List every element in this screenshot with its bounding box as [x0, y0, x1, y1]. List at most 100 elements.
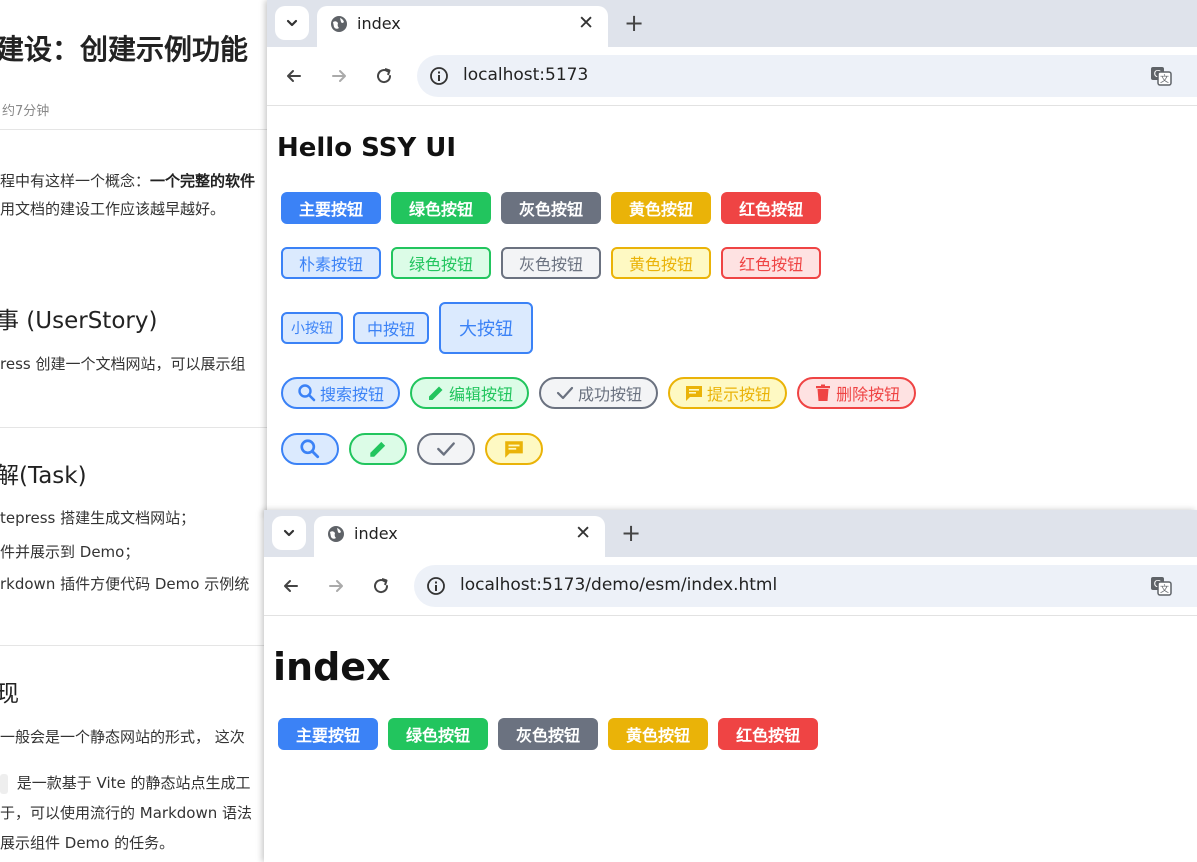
- plain-primary-button[interactable]: 朴素按钮: [281, 247, 382, 279]
- solid-button-row: 主要按钮 绿色按钮 灰色按钮 黄色按钮 红色按钮: [281, 192, 831, 224]
- divider: [0, 427, 270, 428]
- plain-gray-button[interactable]: 灰色按钮: [501, 247, 602, 279]
- edit-icon-button[interactable]: [349, 433, 407, 465]
- tab-search-button[interactable]: [272, 516, 306, 550]
- list-item: 件并展示到 Demo；: [0, 543, 140, 561]
- primary-button[interactable]: 主要按钮: [278, 718, 379, 750]
- page-content: Hello SSY UI 主要按钮 绿色按钮 灰色按钮 黄色按钮 红色按钮 朴素…: [267, 107, 1197, 516]
- page-heading: Hello SSY UI: [277, 133, 457, 163]
- page-heading: index: [273, 645, 391, 689]
- large-button[interactable]: 大按钮: [439, 302, 534, 354]
- divider: [0, 129, 270, 130]
- solid-button-row: 主要按钮 绿色按钮 灰色按钮 黄色按钮 红色按钮: [278, 718, 828, 750]
- globe-icon: [331, 16, 347, 32]
- list-item: rkdown 插件方便代码 Demo 示例统: [0, 575, 250, 593]
- yellow-button[interactable]: 黄色按钮: [611, 192, 712, 224]
- doc-paragraph: 于，可以使用流行的 Markdown 语法: [0, 804, 252, 822]
- yellow-button[interactable]: 黄色按钮: [608, 718, 709, 750]
- delete-button[interactable]: 删除按钮: [797, 377, 917, 409]
- url-text: localhost:5173: [463, 65, 589, 85]
- arrow-left-icon[interactable]: [279, 574, 303, 598]
- page-content: index 主要按钮 绿色按钮 灰色按钮 黄色按钮 红色按钮: [264, 617, 1197, 862]
- message-icon: [686, 386, 703, 401]
- message-button[interactable]: 提示按钮: [668, 377, 788, 409]
- address-bar[interactable]: localhost:5173/demo/esm/index.html G文: [414, 565, 1197, 607]
- doc-reading-time: 约7分钟: [2, 104, 50, 119]
- search-icon: [298, 384, 316, 402]
- divider: [0, 645, 270, 646]
- browser-toolbar: localhost:5173/demo/esm/index.html G文: [264, 557, 1197, 616]
- icon-button-row: 搜索按钮 编辑按钮 成功按钮 提示按钮 删除按钮: [281, 377, 926, 409]
- search-icon-button[interactable]: [281, 433, 339, 465]
- globe-icon: [328, 526, 344, 542]
- doc-page: 建设：创建示例功能 约7分钟 程中有这样一个概念：一个完整的软件 用文档的建设工…: [0, 0, 270, 862]
- pencil-icon: [429, 386, 443, 400]
- section-title-userstory: 事 (UserStory): [0, 308, 158, 334]
- plain-yellow-button[interactable]: 黄色按钮: [611, 247, 712, 279]
- close-icon[interactable]: ✕: [575, 522, 591, 544]
- medium-button[interactable]: 中按钮: [353, 312, 430, 344]
- tab-index[interactable]: index ✕: [317, 6, 608, 47]
- doc-paragraph: 程中有这样一个概念：一个完整的软件: [0, 172, 256, 190]
- tab-title: index: [357, 14, 401, 33]
- reload-icon[interactable]: [369, 574, 393, 598]
- search-icon: [300, 439, 320, 459]
- check-icon-button[interactable]: [417, 433, 475, 465]
- tab-strip: index ✕ +: [264, 510, 1197, 557]
- plus-icon[interactable]: +: [622, 9, 646, 37]
- tab-strip: index ✕ +: [267, 0, 1197, 47]
- check-icon: [556, 386, 574, 400]
- plus-icon[interactable]: +: [619, 519, 643, 547]
- check-icon: [437, 442, 455, 456]
- trash-icon: [816, 384, 831, 401]
- list-item: tepress 搭建生成文档网站；: [0, 509, 196, 527]
- pencil-icon: [370, 441, 386, 457]
- tab-title: index: [354, 524, 398, 543]
- arrow-right-icon[interactable]: [324, 574, 348, 598]
- doc-paragraph: 是一款基于 Vite 的静态站点生成工: [0, 772, 251, 794]
- inline-code: [0, 773, 8, 794]
- doc-paragraph: ress 创建一个文档网站，可以展示组: [0, 355, 246, 373]
- url-text: localhost:5173/demo/esm/index.html: [460, 575, 778, 595]
- info-icon[interactable]: [429, 66, 449, 86]
- message-icon-button[interactable]: [485, 433, 543, 465]
- translate-icon[interactable]: G文: [1149, 574, 1173, 598]
- gray-button[interactable]: 灰色按钮: [498, 718, 599, 750]
- small-button[interactable]: 小按钮: [281, 312, 343, 344]
- primary-button[interactable]: 主要按钮: [281, 192, 382, 224]
- doc-paragraph: 展示组件 Demo 的任务。: [0, 834, 175, 852]
- address-bar[interactable]: localhost:5173 G文: [417, 55, 1197, 97]
- red-button[interactable]: 红色按钮: [718, 718, 819, 750]
- arrow-right-icon[interactable]: [327, 64, 351, 88]
- green-button[interactable]: 绿色按钮: [391, 192, 492, 224]
- browser-toolbar: localhost:5173 G文: [267, 47, 1197, 106]
- tab-search-button[interactable]: [275, 6, 309, 40]
- message-icon: [505, 441, 523, 458]
- edit-button[interactable]: 编辑按钮: [410, 377, 530, 409]
- gray-button[interactable]: 灰色按钮: [501, 192, 602, 224]
- success-button[interactable]: 成功按钮: [539, 377, 659, 409]
- search-button[interactable]: 搜索按钮: [281, 377, 401, 409]
- plain-green-button[interactable]: 绿色按钮: [391, 247, 492, 279]
- info-icon[interactable]: [426, 576, 446, 596]
- chevron-down-icon: [286, 19, 298, 27]
- icon-only-button-row: [281, 433, 553, 465]
- section-title-task: 解(Task): [0, 463, 87, 489]
- translate-icon[interactable]: G文: [1149, 64, 1173, 88]
- chevron-down-icon: [283, 529, 295, 537]
- red-button[interactable]: 红色按钮: [721, 192, 822, 224]
- reload-icon[interactable]: [372, 64, 396, 88]
- doc-paragraph: 一般会是一个静态网站的形式， 这次: [0, 728, 245, 746]
- arrow-left-icon[interactable]: [282, 64, 306, 88]
- doc-paragraph: 用文档的建设工作应该越早越好。: [0, 200, 226, 218]
- doc-title: 建设：创建示例功能: [0, 33, 249, 66]
- close-icon[interactable]: ✕: [578, 12, 594, 34]
- plain-button-row: 朴素按钮 绿色按钮 灰色按钮 黄色按钮 红色按钮: [281, 247, 831, 279]
- tab-index[interactable]: index ✕: [314, 516, 605, 557]
- size-button-row: 小按钮 中按钮 大按钮: [281, 302, 543, 354]
- section-title-impl: 现: [0, 681, 19, 707]
- plain-red-button[interactable]: 红色按钮: [721, 247, 822, 279]
- green-button[interactable]: 绿色按钮: [388, 718, 489, 750]
- svg-text:文: 文: [1160, 583, 1169, 595]
- svg-text:文: 文: [1160, 73, 1169, 85]
